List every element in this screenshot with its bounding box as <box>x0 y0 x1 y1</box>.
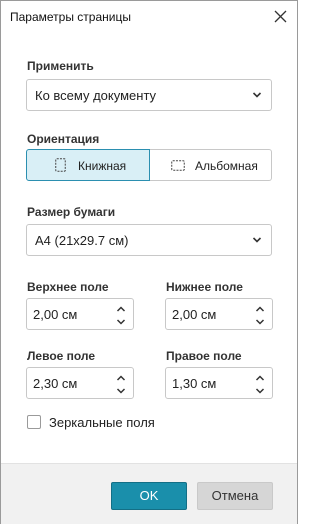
left-margin-down-button[interactable] <box>115 386 127 396</box>
right-margin-label: Правое поле <box>166 349 242 363</box>
left-margin-input[interactable]: 2,30 см <box>26 367 134 399</box>
cancel-button[interactable]: Отмена <box>197 482 273 510</box>
bottom-margin-input[interactable]: 2,00 см <box>165 298 273 330</box>
close-icon <box>274 10 287 23</box>
chevron-down-icon <box>255 319 265 325</box>
chevron-up-icon <box>255 375 265 381</box>
left-margin-value: 2,30 см <box>33 376 78 391</box>
mirror-margins-checkbox[interactable] <box>27 415 41 429</box>
ok-button[interactable]: OK <box>111 482 187 510</box>
right-margin-up-button[interactable] <box>254 373 266 383</box>
right-margin-down-button[interactable] <box>254 386 266 396</box>
paper-size-value: A4 (21x29.7 см) <box>35 233 129 248</box>
top-margin-value: 2,00 см <box>33 307 78 322</box>
bottom-margin-down-button[interactable] <box>254 317 266 327</box>
title-bar: Параметры страницы <box>1 1 297 33</box>
left-margin-up-button[interactable] <box>115 373 127 383</box>
top-margin-up-button[interactable] <box>115 304 127 314</box>
chevron-down-icon <box>116 319 126 325</box>
portrait-button[interactable]: Книжная <box>26 149 150 181</box>
paper-size-label: Размер бумаги <box>27 205 116 219</box>
right-margin-input[interactable]: 1,30 см <box>165 367 273 399</box>
apply-label: Применить <box>27 59 94 73</box>
apply-select-value: Ко всему документу <box>35 88 157 103</box>
landscape-label: Альбомная <box>195 159 258 173</box>
top-margin-label: Верхнее поле <box>27 280 109 294</box>
bottom-margin-label: Нижнее поле <box>166 280 243 294</box>
chevron-down-icon <box>116 388 126 394</box>
dialog-footer: OK Отмена <box>1 463 297 524</box>
landscape-button[interactable]: Альбомная <box>150 149 272 181</box>
chevron-up-icon <box>116 375 126 381</box>
left-margin-label: Левое поле <box>27 349 96 363</box>
top-margin-down-button[interactable] <box>115 317 127 327</box>
apply-select[interactable]: Ко всему документу <box>26 79 272 111</box>
chevron-down-icon <box>252 237 262 243</box>
portrait-label: Книжная <box>78 159 127 173</box>
right-margin-value: 1,30 см <box>172 376 217 391</box>
chevron-down-icon <box>255 388 265 394</box>
chevron-down-icon <box>252 92 262 98</box>
orientation-label: Ориентация <box>27 132 100 146</box>
paper-size-select[interactable]: A4 (21x29.7 см) <box>26 224 272 256</box>
bottom-margin-up-button[interactable] <box>254 304 266 314</box>
page-setup-dialog: Параметры страницы Применить Ко всему до… <box>0 0 298 524</box>
top-margin-input[interactable]: 2,00 см <box>26 298 134 330</box>
bottom-margin-value: 2,00 см <box>172 307 217 322</box>
dialog-title: Параметры страницы <box>10 10 131 24</box>
chevron-up-icon <box>255 306 265 312</box>
portrait-page-icon <box>55 158 66 172</box>
landscape-page-icon <box>171 160 185 171</box>
chevron-up-icon <box>116 306 126 312</box>
close-button[interactable] <box>269 5 293 29</box>
mirror-margins-label: Зеркальные поля <box>49 415 155 430</box>
